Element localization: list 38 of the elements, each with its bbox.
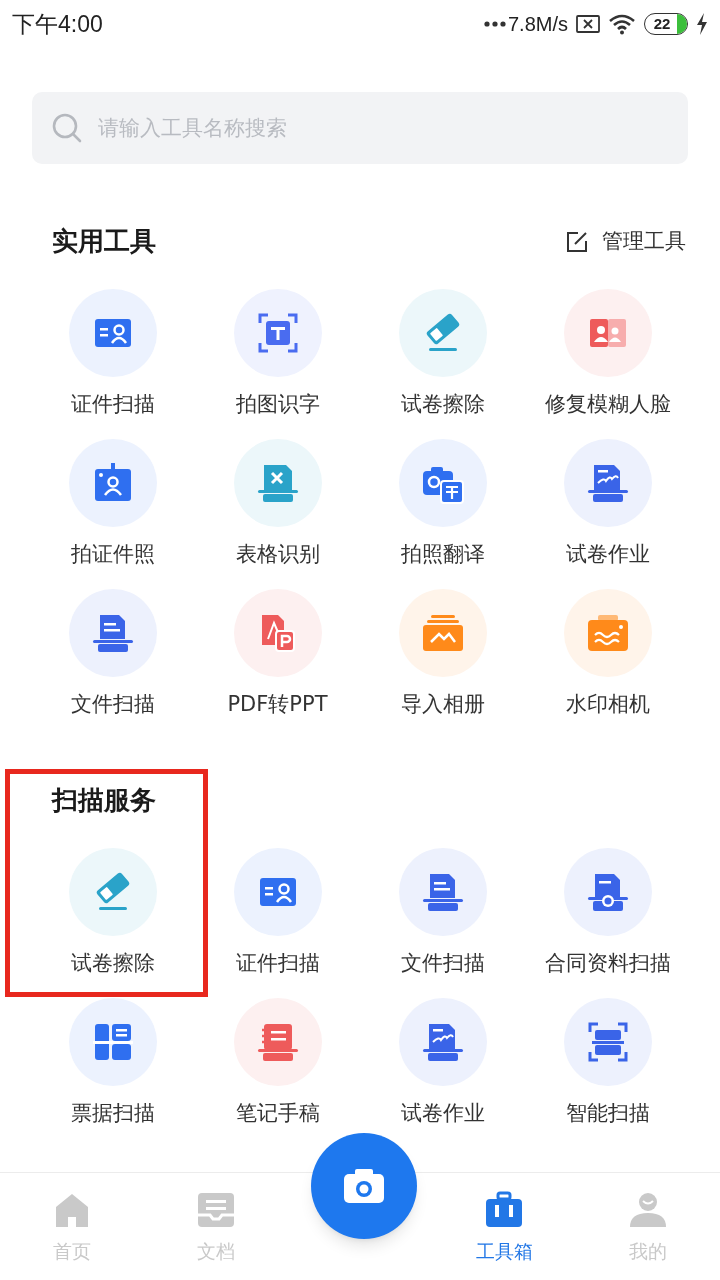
tool-label[interactable]: 表格识别 [235,539,320,569]
tool-label[interactable]: 智能扫描 [565,1098,650,1128]
tool-label[interactable]: 修复模糊人脸 [544,389,671,419]
section-title: 扫描服务 [52,785,156,815]
tool-label[interactable]: 合同资料扫描 [544,948,671,978]
tool-label[interactable]: PDF转PPT [227,689,328,719]
battery-level: 22 [653,14,671,34]
camera-icon [343,1168,385,1204]
tool-label[interactable]: 笔记手稿 [235,1098,320,1128]
status-time: 下午4:00 [12,9,103,39]
tool-label[interactable]: 拍证件照 [70,539,155,569]
tool-label[interactable]: 票据扫描 [70,1098,155,1128]
toolbox-icon [484,1191,524,1229]
wifi-icon [608,13,636,35]
manage-tools-button[interactable]: 管理工具 [566,225,686,258]
tool-label[interactable]: 试卷作业 [400,1098,485,1128]
battery-charge-fill [677,14,687,34]
no-sim-icon [576,15,600,33]
tool-label[interactable]: 导入相册 [400,689,485,719]
profile-icon [628,1191,668,1229]
document-icon [196,1191,236,1229]
tool-label[interactable]: 拍图识字 [235,389,320,419]
section-title: 实用工具 [52,225,156,258]
tool-label[interactable]: 文件扫描 [400,948,485,978]
tool-label[interactable]: 试卷擦除 [70,948,155,978]
tool-label[interactable]: 文件扫描 [70,689,155,719]
tool-label[interactable]: 水印相机 [565,689,650,719]
signal-dots-icon [483,21,506,27]
nav-tab[interactable]: 工具箱 [432,1173,576,1280]
network-speed: 7.8M/s [507,12,568,37]
tool-label[interactable]: 试卷作业 [565,539,650,569]
search-icon [52,113,82,143]
search-field[interactable]: 请输入工具名称搜索 [32,92,688,164]
tool-label[interactable]: 试卷擦除 [400,389,485,419]
tool-label[interactable]: 拍照翻译 [400,539,485,569]
tool-label[interactable]: 证件扫描 [70,389,155,419]
tool-label[interactable]: 证件扫描 [235,948,320,978]
edit-icon [566,230,588,253]
